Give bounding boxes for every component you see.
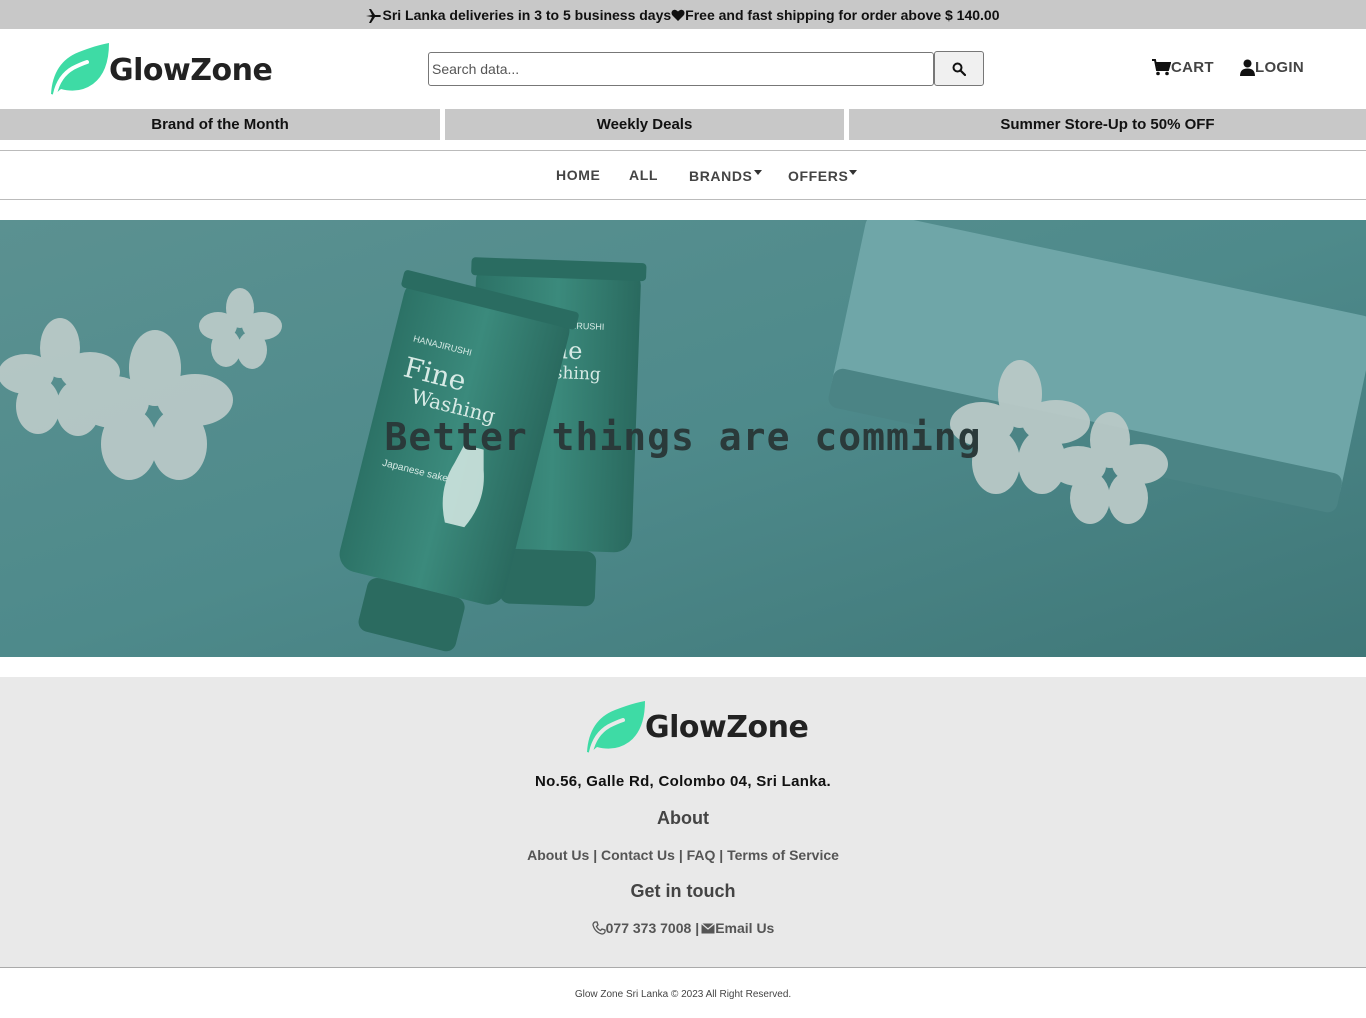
leaf-logo-icon: [51, 43, 109, 96]
cart-label: CART: [1171, 59, 1214, 76]
caret-down-icon: [753, 170, 762, 175]
nav-item-label: ALL: [629, 167, 659, 183]
logo-text: GlowZone: [645, 709, 809, 745]
nav-item-offers[interactable]: OFFERS: [788, 168, 858, 184]
main-nav: HOME ALL BRANDS OFFERS: [0, 150, 1366, 200]
cart-icon: [1152, 59, 1171, 76]
site-footer: GlowZone No.56, Galle Rd, Colombo 04, Sr…: [0, 677, 1366, 968]
faq-link[interactable]: FAQ: [687, 847, 716, 863]
promo-label: Brand of the Month: [151, 116, 289, 133]
footer-contact-heading: Get in touch: [630, 881, 736, 901]
leaf-logo-icon: [587, 701, 645, 754]
phone-number: 077 373 7008: [605, 920, 692, 936]
terms-link[interactable]: Terms of Service: [727, 847, 839, 863]
search-icon: [952, 62, 966, 76]
contact-us-link[interactable]: Contact Us: [601, 847, 675, 863]
login-label: LOGIN: [1255, 59, 1304, 76]
login-link[interactable]: LOGIN: [1240, 59, 1304, 76]
airplane-icon: [366, 6, 382, 23]
cart-link[interactable]: CART: [1152, 59, 1214, 76]
footer-address: No.56, Galle Rd, Colombo 04, Sri Lanka.: [535, 773, 831, 790]
promo-summer-store[interactable]: Summer Store-Up to 50% OFF: [849, 109, 1366, 140]
delivery-text: Sri Lanka deliveries in 3 to 5 business …: [382, 6, 672, 23]
email-link[interactable]: Email Us: [701, 920, 774, 936]
nav-item-label: OFFERS: [788, 168, 849, 184]
nav-item-label: HOME: [556, 167, 601, 183]
promo-brand-of-month[interactable]: Brand of the Month: [0, 109, 440, 140]
nav-item-all[interactable]: ALL: [629, 167, 658, 183]
contact-separator: |: [695, 920, 700, 936]
promo-weekly-deals[interactable]: Weekly Deals: [445, 109, 844, 140]
footer-contact: 077 373 7008 | Email Us: [0, 920, 1366, 936]
promo-label: Summer Store-Up to 50% OFF: [1000, 116, 1215, 133]
hero-title: Better things are comming: [384, 415, 982, 459]
footer-links: About Us | Contact Us | FAQ | Terms of S…: [0, 847, 1366, 863]
footer-about-heading: About: [657, 808, 709, 828]
nav-item-label: BRANDS: [689, 168, 753, 184]
heart-icon: [671, 7, 685, 23]
announcement-bar: Sri Lanka deliveries in 3 to 5 business …: [0, 0, 1366, 29]
link-separator: |: [593, 847, 598, 863]
caret-down-icon: [849, 170, 858, 175]
hero-banner: HANAJIRUSHI Fine Washing HANAJIRUSHI Fin…: [0, 220, 1366, 657]
nav-item-brands[interactable]: BRANDS: [689, 168, 762, 184]
email-label: Email Us: [715, 920, 775, 936]
search-button[interactable]: [934, 51, 984, 86]
link-separator: |: [719, 847, 724, 863]
copyright-text: Glow Zone Sri Lanka © 2023 All Right Res…: [574, 989, 792, 1000]
about-us-link[interactable]: About Us: [527, 847, 589, 863]
logo-text: GlowZone: [109, 52, 273, 88]
user-icon: [1240, 59, 1255, 76]
site-header: GlowZone CART LOGIN: [0, 29, 1366, 109]
shipping-text: Free and fast shipping for order above $…: [685, 6, 1000, 23]
site-logo[interactable]: GlowZone: [49, 42, 273, 96]
envelope-icon: [701, 922, 716, 933]
search-input[interactable]: [428, 52, 934, 86]
phone-link[interactable]: 077 373 7008: [591, 920, 692, 936]
phone-icon: [591, 921, 606, 935]
link-separator: |: [678, 847, 683, 863]
promo-label: Weekly Deals: [596, 116, 693, 133]
nav-item-home[interactable]: HOME: [556, 167, 600, 183]
footer-logo[interactable]: GlowZone: [585, 700, 809, 754]
